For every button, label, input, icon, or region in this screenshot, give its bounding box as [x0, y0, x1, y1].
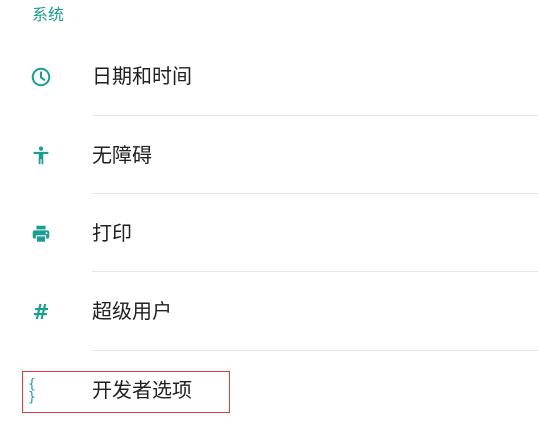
settings-item-date-time[interactable]: 日期和时间 — [0, 37, 538, 115]
braces-icon: { } — [28, 377, 37, 405]
settings-item-label: 打印 — [92, 221, 132, 245]
settings-item-label: 无障碍 — [92, 143, 152, 167]
settings-item-superuser[interactable]: # 超级用户 — [0, 272, 538, 350]
section-header-system: 系统 — [32, 5, 65, 24]
settings-screen: 系统 日期和时间 无障碍 打印 # 超级用户 {} 开发者选项 — [0, 0, 538, 424]
settings-item-label: 日期和时间 — [92, 64, 192, 88]
hash-icon: # — [32, 300, 50, 324]
accessibility-icon — [28, 143, 54, 169]
printer-icon — [28, 221, 54, 247]
settings-item-printing[interactable]: 打印 — [0, 194, 538, 272]
settings-item-label: 开发者选项 — [92, 378, 192, 402]
settings-item-developer-options[interactable]: { } 开发者选项 — [0, 351, 538, 424]
clock-icon — [28, 64, 54, 90]
settings-item-accessibility[interactable]: 无障碍 — [0, 116, 538, 194]
settings-item-label: 超级用户 — [92, 299, 172, 323]
